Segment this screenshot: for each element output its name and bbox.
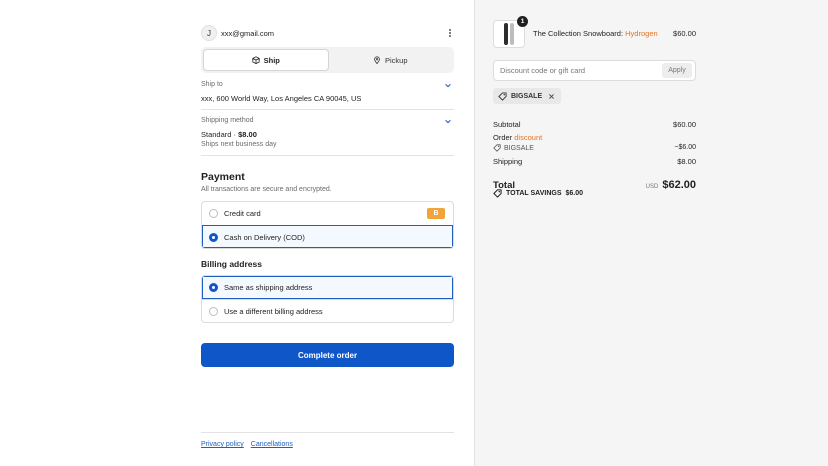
total-currency: USD [645,184,659,190]
total-value: $62.00 [662,179,696,191]
ship-to-address: xxx, 600 World Way, Los Angeles CA 90045… [201,94,362,103]
avatar[interactable]: J [201,25,217,41]
total-savings: TOTAL SAVINGS $6.00 [493,189,583,198]
tag-icon [493,189,502,198]
applied-discount-chip: BIGSALE [493,88,562,104]
discount-input[interactable] [494,66,662,75]
ship-to-section[interactable]: Ship to xxx, 600 World Way, Los Angeles … [201,81,454,110]
billing-options: Same as shipping address Use a different… [201,275,454,323]
discount-field: Apply [493,60,696,81]
checkout-main-panel: J xxx@gmail.com Ship Pickup Ship to xxx,… [0,0,474,466]
payment-title: Payment [201,171,245,183]
subtotal-label: Subtotal [493,120,521,129]
discount-code-row: BIGSALE −$6.00 [493,144,696,152]
billing-option-label: Same as shipping address [224,283,313,292]
product-name: The Collection Snowboard: Hydrogen [533,29,658,38]
radio-billing-same[interactable] [209,283,218,292]
pickup-tab-label: Pickup [384,55,408,65]
product-price: $60.00 [673,29,696,38]
apply-discount-button[interactable]: Apply [662,63,692,78]
discount-code-value: −$6.00 [674,144,696,151]
payment-brand-icon: B [427,208,445,219]
radio-cod[interactable] [209,232,218,242]
product-title: The Collection Snowboard: [533,29,626,38]
complete-order-button[interactable]: Complete order [201,343,454,367]
privacy-policy-link[interactable]: Privacy policy [201,441,244,448]
radio-credit-card[interactable] [209,209,218,218]
remove-discount-icon[interactable] [548,93,555,100]
snowboard-image [510,23,514,45]
payment-option-cod[interactable]: Cash on Delivery (COD) [202,225,453,248]
billing-option-same[interactable]: Same as shipping address [202,276,453,299]
product-variant: Hydrogen [625,29,658,38]
subtotal-value: $60.00 [673,120,696,129]
shipping-method-value: Standard · $8.00 [201,130,454,139]
box-icon [252,56,260,64]
order-discount-row: Order discount [493,133,696,142]
more-options-icon[interactable] [446,27,454,39]
payment-option-label: Cash on Delivery (COD) [224,232,305,242]
quantity-badge: 1 [517,16,528,27]
chevron-down-icon[interactable] [444,81,452,89]
shipping-label: Shipping [493,157,523,166]
shipping-row: Shipping $8.00 [493,157,696,166]
account-email: xxx@gmail.com [221,28,275,38]
payment-subtitle: All transactions are secure and encrypte… [201,186,332,193]
location-pin-icon [374,56,380,64]
shipping-method-name: Standard [201,130,232,139]
delivery-toggle: Ship Pickup [201,47,454,73]
shipping-value: $8.00 [677,157,696,166]
savings-label: TOTAL SAVINGS [506,190,562,197]
billing-option-different[interactable]: Use a different billing address [202,299,453,322]
cancellations-link[interactable]: Cancellations [251,441,293,448]
ship-tab-label: Ship [263,55,280,65]
tag-icon [493,144,501,152]
payment-option-credit-card[interactable]: Credit card B [202,202,453,225]
policy-footer: Privacy policy Cancellations [201,432,454,448]
pickup-tab[interactable]: Pickup [329,49,453,71]
shipping-method-section[interactable]: Shipping method Standard · $8.00 Ships n… [201,117,454,156]
payment-options: Credit card B Cash on Delivery (COD) [201,201,454,249]
discount-code-label: BIGSALE [493,144,534,152]
shipping-method-note: Ships next business day [201,141,277,148]
radio-billing-different[interactable] [209,306,218,316]
order-discount-label: Order discount [493,133,542,142]
shipping-method-price: $8.00 [238,130,257,139]
subtotal-row: Subtotal $60.00 [493,120,696,129]
order-discount-highlight: discount [514,133,543,142]
chevron-down-icon[interactable] [444,117,452,125]
billing-title: Billing address [201,259,262,269]
payment-option-label: Credit card [224,209,261,218]
total-amount: USD $62.00 [646,175,696,193]
snowboard-image [504,23,508,45]
billing-option-label: Use a different billing address [224,306,323,316]
shipping-method-label: Shipping method [201,117,254,124]
ship-tab[interactable]: Ship [203,49,329,71]
discount-code-name: BIGSALE [504,144,534,152]
tag-icon [498,91,507,101]
order-discount-text: Order [493,133,515,142]
applied-discount-code: BIGSALE [511,92,543,100]
ship-to-label: Ship to [201,81,223,88]
account-row: J xxx@gmail.com [201,24,454,42]
savings-value: $6.00 [565,190,584,197]
